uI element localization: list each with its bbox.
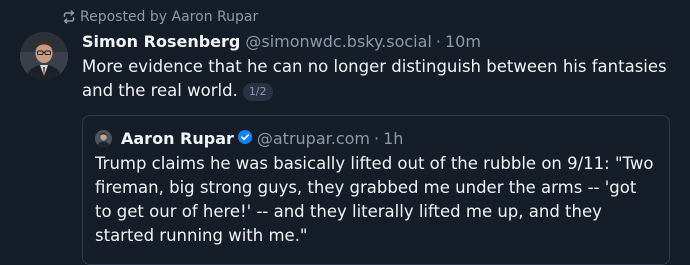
post-time[interactable]: 10m xyxy=(445,32,481,51)
author-avatar[interactable] xyxy=(20,32,68,80)
quoted-post-time[interactable]: 1h xyxy=(383,129,403,148)
thread-position-badge: 1/2 xyxy=(242,83,273,101)
quoted-author-avatar[interactable] xyxy=(95,129,112,147)
author-name[interactable]: Simon Rosenberg xyxy=(82,32,240,51)
post-text: More evidence that he can no longer dist… xyxy=(82,57,667,100)
quoted-post-card[interactable]: Aaron Rupar @atrupar.com · 1h Trump clai… xyxy=(82,115,670,265)
reposted-by-text: Reposted by Aaron Rupar xyxy=(80,9,259,25)
author-handle[interactable]: @simonwdc.bsky.social xyxy=(245,32,432,51)
header-separator: · xyxy=(435,31,441,51)
quoted-author-handle[interactable]: @atrupar.com xyxy=(257,129,370,148)
post-body: More evidence that he can no longer dist… xyxy=(82,55,672,103)
verified-check-icon xyxy=(237,129,252,148)
quoted-header-separator: · xyxy=(374,128,380,148)
quoted-post-text: Trump claims he was basically lifted out… xyxy=(95,154,654,245)
post-header: Simon Rosenberg @simonwdc.bsky.social · … xyxy=(82,30,481,52)
repost-icon xyxy=(62,10,76,24)
quoted-post-header: Aaron Rupar @atrupar.com · 1h xyxy=(95,127,403,149)
reposted-by-line[interactable]: Reposted by Aaron Rupar xyxy=(62,6,258,28)
quoted-author-name[interactable]: Aaron Rupar xyxy=(121,129,234,148)
